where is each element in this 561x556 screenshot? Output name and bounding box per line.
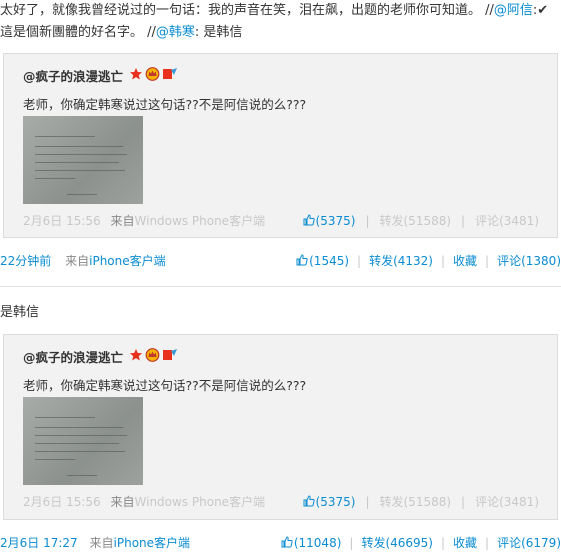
quote-like-count: (5375) — [315, 213, 356, 228]
post-divider — [0, 286, 561, 287]
quote-footer: 2月6日 15:56 来自Windows Phone客户端 (5375) | 转… — [23, 493, 539, 510]
post-2-footer: 2月6日 17:27 来自iPhone客户端 (11048) | 转发(4669… — [0, 534, 561, 551]
quote-text: 老师，你确定韩寒说过这句话??不是阿信说的么??? — [23, 378, 307, 393]
quote-repost-button[interactable]: 转发(51588) — [380, 212, 452, 229]
post-1-time[interactable]: 22分钟前 — [0, 254, 51, 268]
thumbs-up-icon — [303, 494, 315, 506]
quote-source-prefix: 来自 — [110, 495, 135, 509]
post-1-footer: 22分钟前 来自iPhone客户端 (1545) | 转发(4132) | 收藏… — [0, 252, 561, 269]
quote-image-thumbnail[interactable] — [23, 116, 143, 204]
post-1-text-c: : 是韩信 — [194, 25, 243, 40]
crown-badge-icon[interactable] — [145, 67, 160, 84]
post-1-source[interactable]: iPhone客户端 — [89, 254, 166, 268]
post-1-like-button[interactable]: (1545) — [296, 254, 349, 268]
quote-footer: 2月6日 15:56 来自Windows Phone客户端 (5375) | 转… — [23, 212, 539, 229]
quote-comment-button[interactable]: 评论(3481) — [475, 493, 539, 510]
thumbs-up-icon — [296, 253, 308, 265]
quoted-post-1: @疯子的浪漫逃亡 老师，你确定韩寒说过这句话??不是阿信说的么??? 2月6日 … — [3, 53, 558, 238]
post-1-source-prefix: 来自 — [65, 254, 90, 268]
quote-author-link[interactable]: @疯子的浪漫逃亡 — [23, 66, 123, 85]
quote-time[interactable]: 2月6日 15:56 — [23, 495, 101, 509]
quote-like-button[interactable]: (5375) — [303, 213, 356, 228]
post-1-like-count: (1545) — [309, 253, 350, 268]
thumbs-up-icon — [303, 213, 315, 225]
quote-repost-button[interactable]: 转发(51588) — [380, 493, 452, 510]
post-1-favorite-button[interactable]: 收藏 — [453, 252, 477, 269]
vip-badge-icon[interactable] — [162, 348, 178, 365]
post-2-favorite-button[interactable]: 收藏 — [453, 534, 477, 551]
post-2-time[interactable]: 2月6日 17:27 — [0, 536, 78, 550]
post-2-like-count: (11048) — [293, 535, 342, 550]
quote-author-link[interactable]: @疯子的浪漫逃亡 — [23, 347, 123, 366]
quote-comment-button[interactable]: 评论(3481) — [475, 212, 539, 229]
post-2-repost-button[interactable]: 转发(46695) — [361, 534, 433, 551]
post-2-source[interactable]: iPhone客户端 — [114, 536, 191, 550]
quote-image-thumbnail[interactable] — [23, 397, 143, 485]
post-1-comment-button[interactable]: 评论(1380) — [497, 252, 561, 269]
mention-hanhan[interactable]: @韩寒 — [156, 25, 195, 40]
thumbs-up-icon — [281, 535, 293, 547]
quote-text: 老师，你确定韩寒说过这句话??不是阿信说的么??? — [23, 97, 307, 112]
vip-badge-icon[interactable] — [162, 67, 178, 84]
quote-source[interactable]: Windows Phone客户端 — [135, 495, 266, 509]
crown-badge-icon[interactable] — [145, 348, 160, 365]
quote-like-button[interactable]: (5375) — [303, 494, 356, 509]
post-2-source-prefix: 来自 — [89, 536, 114, 550]
quote-source-prefix: 来自 — [110, 214, 135, 228]
star-badge-icon[interactable] — [129, 67, 143, 84]
post-1-repost-button[interactable]: 转发(4132) — [369, 252, 433, 269]
post-1-text-a: 太好了，就像我曾经说过的一句话：我的声音在笑，泪在飙，出题的老师你可知道。 // — [0, 3, 494, 18]
star-badge-icon[interactable] — [129, 348, 143, 365]
quoted-post-2: @疯子的浪漫逃亡 老师，你确定韩寒说过这句话??不是阿信说的么??? 2月6日 … — [3, 334, 558, 520]
post-2-text: 是韩信 — [0, 305, 40, 320]
post-2-like-button[interactable]: (11048) — [281, 535, 342, 550]
quote-author-row: @疯子的浪漫逃亡 — [23, 66, 178, 85]
mention-axin[interactable]: @阿信 — [494, 3, 533, 18]
quote-source[interactable]: Windows Phone客户端 — [135, 214, 266, 228]
post-2-comment-button[interactable]: 评论(6179) — [497, 534, 561, 551]
quote-author-row: @疯子的浪漫逃亡 — [23, 347, 178, 366]
post-1-text: 太好了，就像我曾经说过的一句话：我的声音在笑，泪在飙，出题的老师你可知道。 //… — [0, 0, 561, 44]
quote-like-count: (5375) — [315, 494, 356, 509]
quote-time[interactable]: 2月6日 15:56 — [23, 214, 101, 228]
